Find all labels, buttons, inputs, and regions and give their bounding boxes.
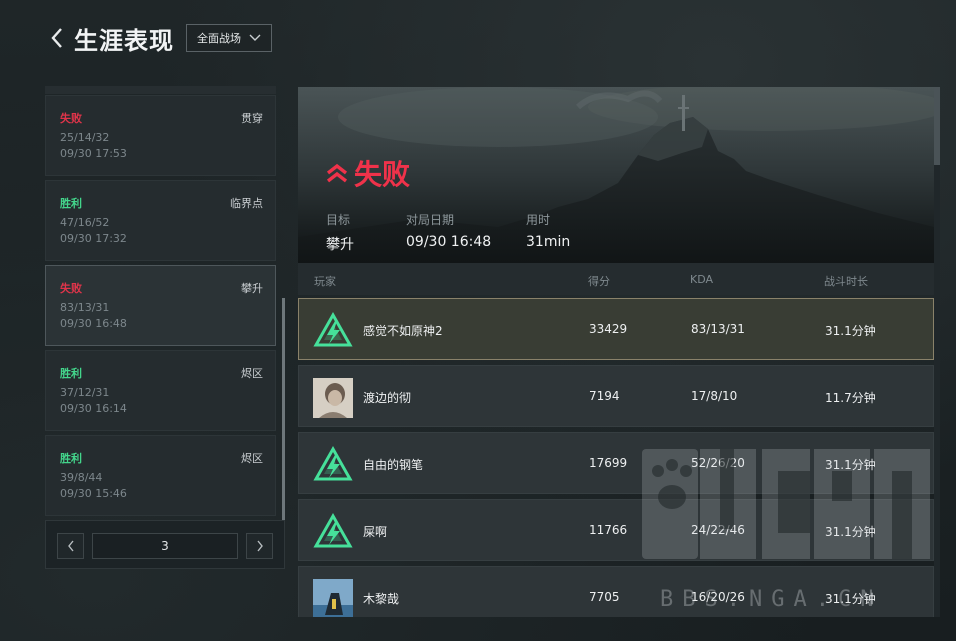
player-name: 自由的钢笔 xyxy=(363,458,424,472)
player-score: 7194 xyxy=(589,389,620,403)
player-time: 11.7分钟 xyxy=(825,391,876,405)
player-kda: 17/8/10 xyxy=(691,389,738,403)
player-time: 31.1分钟 xyxy=(825,324,876,338)
match-kda: 83/13/31 xyxy=(60,301,110,314)
player-row[interactable]: 屎啊 11766 24/22/46 31.1分钟 xyxy=(298,499,934,561)
chevron-left-icon xyxy=(51,28,62,48)
player-kda: 52/26/20 xyxy=(691,456,745,470)
match-banner: 失败 目标 攀升 对局日期 09/30 16:48 用时 31min xyxy=(298,87,934,263)
player-row[interactable]: 木黎哉 7705 16/20/26 31.1分钟 xyxy=(298,566,934,617)
stat-objective: 目标 攀升 xyxy=(326,211,354,254)
next-page-button[interactable] xyxy=(246,533,273,559)
page-title: 生涯表现 xyxy=(74,26,174,55)
player-name: 感觉不如原神2 xyxy=(363,324,443,338)
stat-label: 对局日期 xyxy=(406,213,455,227)
stat-label: 目标 xyxy=(326,213,351,227)
player-time: 31.1分钟 xyxy=(825,458,876,472)
page-number[interactable]: 3 xyxy=(92,533,238,559)
match-card-selected[interactable]: 失败 攀升 83/13/31 09/30 16:48 xyxy=(45,265,276,346)
player-kda: 24/22/46 xyxy=(691,523,745,537)
pagination: 3 xyxy=(45,520,285,569)
column-time: 战斗时长 xyxy=(824,275,868,288)
match-map: 烬区 xyxy=(241,452,263,465)
column-player: 玩家 xyxy=(314,275,336,288)
match-list-scrollbar[interactable] xyxy=(282,298,285,520)
match-map: 贯穿 xyxy=(241,112,263,125)
player-kda: 83/13/31 xyxy=(691,322,745,336)
player-score: 7705 xyxy=(589,590,620,604)
match-date: 09/30 17:53 xyxy=(60,147,127,160)
match-date: 09/30 15:46 xyxy=(60,487,127,500)
match-list[interactable]: 失败 贯穿 25/14/32 09/30 17:53 胜利 临界点 47/16/… xyxy=(45,86,285,518)
player-name: 木黎哉 xyxy=(363,592,400,606)
player-row[interactable]: 渡边的彻 7194 17/8/10 11.7分钟 xyxy=(298,365,934,427)
match-kda: 25/14/32 xyxy=(60,131,110,144)
match-date: 09/30 17:32 xyxy=(60,232,127,245)
header: 生涯表现 全面战场 xyxy=(46,20,272,56)
stat-value: 31min xyxy=(526,234,571,250)
player-time: 31.1分钟 xyxy=(825,525,876,539)
photo-avatar xyxy=(313,378,353,418)
match-map: 烬区 xyxy=(241,367,263,380)
mode-select-dropdown[interactable]: 全面战场 xyxy=(186,24,272,52)
detail-scrollbar-thumb[interactable] xyxy=(934,87,940,165)
match-date: 09/30 16:48 xyxy=(60,317,127,330)
match-result: 失败 xyxy=(60,112,82,125)
match-card[interactable]: 胜利 烬区 39/8/44 09/30 15:46 xyxy=(45,435,276,516)
match-result: 失败 xyxy=(60,282,82,295)
player-score: 17699 xyxy=(589,456,628,470)
column-score: 得分 xyxy=(588,275,610,288)
prev-page-button[interactable] xyxy=(57,533,84,559)
mode-select-label: 全面战场 xyxy=(197,32,241,45)
player-time: 31.1分钟 xyxy=(825,592,876,606)
stat-label: 用时 xyxy=(526,213,551,227)
rank-triangle-icon xyxy=(313,445,353,481)
player-row[interactable]: 自由的钢笔 17699 52/26/20 31.1分钟 xyxy=(298,432,934,494)
back-button[interactable] xyxy=(46,23,68,53)
match-card[interactable]: 胜利 烬区 37/12/31 09/30 16:14 xyxy=(45,350,276,431)
chevron-down-icon xyxy=(249,34,261,41)
player-row[interactable]: 感觉不如原神2 33429 83/13/31 31.1分钟 xyxy=(298,298,934,360)
player-table-header: 玩家 得分 KDA 战斗时长 xyxy=(298,263,934,295)
chevron-left-icon xyxy=(67,540,74,552)
match-result: 胜利 xyxy=(60,452,82,465)
stat-value: 攀升 xyxy=(326,237,354,253)
match-card[interactable]: 失败 贯穿 25/14/32 09/30 17:53 xyxy=(45,95,276,176)
player-kda: 16/20/26 xyxy=(691,590,745,604)
rank-triangle-icon xyxy=(313,311,353,347)
detail-scrollbar-track[interactable] xyxy=(934,87,940,617)
banner-result-text: 失败 xyxy=(354,158,411,191)
stat-duration: 用时 31min xyxy=(526,211,570,250)
chevron-right-icon xyxy=(256,540,263,552)
player-score: 11766 xyxy=(589,523,628,537)
match-result: 胜利 xyxy=(60,367,82,380)
double-chevron-up-icon xyxy=(326,163,348,183)
photo-avatar xyxy=(313,579,353,617)
match-map: 临界点 xyxy=(230,197,263,210)
rank-triangle-icon xyxy=(313,512,353,548)
match-date: 09/30 16:14 xyxy=(60,402,127,415)
match-kda: 39/8/44 xyxy=(60,471,103,484)
stat-date: 对局日期 09/30 16:48 xyxy=(406,211,491,250)
stat-value: 09/30 16:48 xyxy=(406,234,492,250)
column-kda: KDA xyxy=(690,273,714,286)
banner-result: 失败 xyxy=(326,153,410,193)
match-card[interactable]: 胜利 临界点 47/16/52 09/30 17:32 xyxy=(45,180,276,261)
match-kda: 37/12/31 xyxy=(60,386,110,399)
player-name: 屎啊 xyxy=(363,525,388,539)
match-detail-panel: 失败 目标 攀升 对局日期 09/30 16:48 用时 31min 玩家 得分… xyxy=(298,87,934,617)
match-map: 攀升 xyxy=(241,282,263,295)
match-kda: 47/16/52 xyxy=(60,216,110,229)
player-name: 渡边的彻 xyxy=(363,391,412,405)
player-score: 33429 xyxy=(589,322,628,336)
